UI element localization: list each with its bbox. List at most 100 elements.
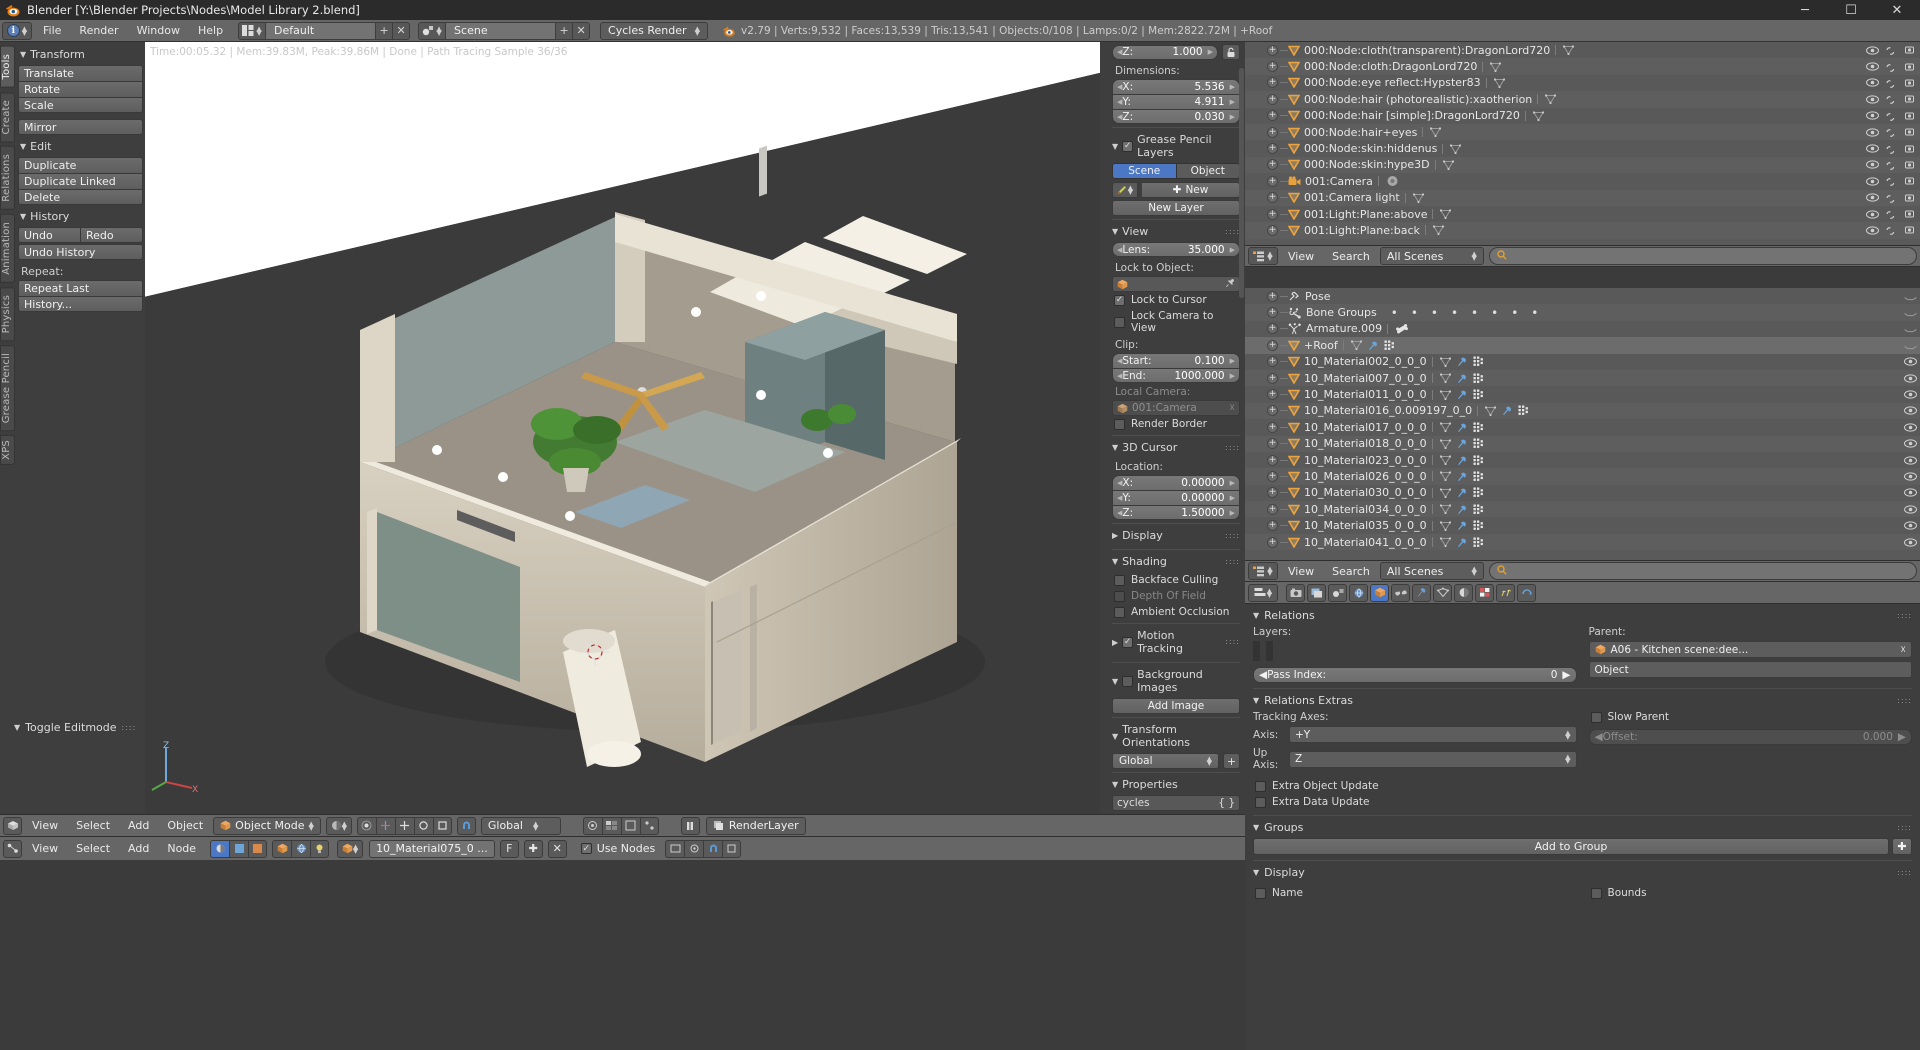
pass-index-field[interactable]: ◀ Pass Index: 0 ▶ <box>1253 667 1577 683</box>
cursor-section-header[interactable]: ▼ 3D Cursor :::: <box>1112 435 1240 458</box>
eye-icon[interactable] <box>1904 455 1917 465</box>
motion-tracking-checkbox[interactable]: ✓ <box>1122 636 1134 648</box>
motion-tracking-section-header[interactable]: ▶ ✓ Motion Tracking :::: <box>1112 623 1240 659</box>
modifier-data-icon[interactable] <box>1473 520 1485 531</box>
display-name-row[interactable]: Name <box>1253 885 1577 901</box>
lock-to-object-field[interactable] <box>1112 276 1240 292</box>
menu-help[interactable]: Help <box>189 20 232 42</box>
duplicate-linked-button[interactable]: Duplicate Linked <box>18 173 143 189</box>
viewport-menu-add[interactable]: Add <box>120 815 157 837</box>
gp-mode-object[interactable]: Object <box>1176 163 1240 179</box>
render-pause-button[interactable] <box>680 816 700 835</box>
outliner-search-field-2[interactable] <box>1488 562 1917 580</box>
modifier-wrench-icon[interactable] <box>1456 389 1468 400</box>
eye-icon[interactable] <box>1866 226 1879 235</box>
outliner-menu-search-2[interactable]: Search <box>1324 565 1378 578</box>
modifier-data-icon[interactable] <box>1473 422 1485 433</box>
render-visibility-icon[interactable] <box>1905 176 1917 186</box>
outliner-bottom[interactable]: + Pose + Bone Groups •••••••• + Armature.009 + +… <box>1245 288 1920 560</box>
eye-icon[interactable] <box>1904 472 1917 481</box>
close-button[interactable]: ✕ <box>1874 0 1920 20</box>
cursor-select-icon[interactable] <box>1886 225 1898 236</box>
cursor-select-icon[interactable] <box>1886 62 1898 72</box>
cursor-select-icon[interactable] <box>1886 176 1898 187</box>
history-dialog-button[interactable]: History... <box>18 296 143 312</box>
expand-icon[interactable]: + <box>1267 126 1278 138</box>
proportional-edit-button[interactable] <box>582 816 602 835</box>
compositing-nodes-button[interactable] <box>229 839 249 858</box>
expand-icon[interactable]: + <box>1267 356 1278 368</box>
tool-tab-animation[interactable]: Animation <box>0 213 15 283</box>
modifier-data-icon[interactable] <box>1473 471 1485 482</box>
tab-data[interactable] <box>1433 583 1452 602</box>
layer-cell[interactable] <box>1271 651 1272 660</box>
expand-icon[interactable]: + <box>1267 93 1278 105</box>
clip-end-field[interactable]: ◀ End: 1000.000 ▶ <box>1112 368 1240 383</box>
modifier-wrench-icon[interactable] <box>1456 520 1468 531</box>
bone-icon[interactable] <box>1395 323 1409 334</box>
eye-icon[interactable] <box>1866 144 1879 153</box>
mesh-data-icon[interactable] <box>1563 45 1575 56</box>
outliner-row[interactable]: +000:Node:hair [simple]:DragonLord720 <box>1245 107 1920 124</box>
extra-data-update-row[interactable]: Extra Data Update <box>1253 794 1912 810</box>
outliner-row[interactable]: +10_Material023_0_0_0 <box>1245 451 1920 469</box>
eyedropper-icon[interactable] <box>1225 278 1235 291</box>
expand-icon[interactable]: + <box>1267 44 1278 56</box>
scene-selector[interactable]: ▲ ▼ Scene + ✕ <box>418 21 591 40</box>
menu-render[interactable]: Render <box>70 20 127 42</box>
expand-icon[interactable]: + <box>1267 175 1278 187</box>
outliner-row[interactable]: +10_Material007_0_0_0 <box>1245 369 1920 387</box>
layer-cell[interactable] <box>1271 642 1272 651</box>
eye-icon[interactable] <box>1904 406 1917 416</box>
tab-render-layers[interactable] <box>1307 583 1326 602</box>
display-bounds-row[interactable]: Bounds <box>1589 885 1913 901</box>
eye-icon[interactable] <box>1904 374 1917 383</box>
maximize-button[interactable]: ☐ <box>1828 0 1874 20</box>
eye-icon[interactable] <box>1904 324 1917 333</box>
tab-texture[interactable] <box>1475 583 1494 602</box>
outliner-row[interactable]: +001:Camera <box>1245 173 1920 190</box>
expand-icon[interactable]: + <box>1267 438 1278 450</box>
render-engine-selector[interactable]: Cycles Render ▲ ▼ <box>600 21 709 40</box>
display-section-header-prop[interactable]: ▼ Display :::: <box>1253 861 1912 883</box>
eye-icon[interactable] <box>1904 390 1917 399</box>
outliner-display-mode-1[interactable]: All Scenes ▲ ▼ <box>1379 247 1484 265</box>
outliner-row[interactable]: +10_Material002_0_0_0 <box>1245 353 1920 370</box>
transform-orientation-selector[interactable]: Global ▲ ▼ <box>480 816 561 835</box>
snap-node-button[interactable] <box>703 839 723 858</box>
tool-tab-physics[interactable]: Physics <box>0 286 15 341</box>
eye-icon[interactable] <box>1866 46 1879 55</box>
eye-icon[interactable] <box>1904 537 1917 547</box>
axis-dropdown[interactable]: +Y ▲ ▼ <box>1289 726 1577 743</box>
layer-cell[interactable] <box>1258 642 1259 651</box>
gp-mode-scene[interactable]: Scene <box>1112 163 1177 179</box>
eye-icon[interactable] <box>1904 357 1917 366</box>
tab-render[interactable] <box>1286 583 1305 602</box>
pose-lib-button[interactable] <box>639 816 659 835</box>
lock-to-cursor-row[interactable]: ✓ Lock to Cursor <box>1112 292 1240 308</box>
render-visibility-icon[interactable] <box>1905 62 1917 72</box>
modifier-data-icon[interactable] <box>1473 487 1485 498</box>
expand-icon[interactable]: + <box>1267 192 1278 204</box>
tool-tab-create[interactable]: Create <box>0 91 15 143</box>
pivot-point-button[interactable] <box>356 816 376 835</box>
modifier-data-icon[interactable] <box>1473 455 1485 466</box>
tool-tab-xps[interactable]: XPS <box>0 435 15 466</box>
node-menu-add[interactable]: Add <box>120 838 157 860</box>
unlink-material-button[interactable]: ✕ <box>547 839 567 858</box>
local-camera-field[interactable]: 001:Camera ☓ <box>1112 400 1240 416</box>
modifier-data-icon[interactable] <box>1473 537 1485 548</box>
modifier-wrench-icon[interactable] <box>1456 373 1468 384</box>
eye-icon[interactable] <box>1866 209 1879 219</box>
local-view-button[interactable] <box>620 816 640 835</box>
outliner-row[interactable]: +10_Material017_0_0_0 <box>1245 419 1920 436</box>
outliner-row[interactable]: +10_Material018_0_0_0 <box>1245 435 1920 452</box>
mesh-data-icon[interactable] <box>1439 455 1451 466</box>
viewport-menu-object[interactable]: Object <box>159 815 211 837</box>
editor-type-selector[interactable]: i ▲ ▼ <box>2 21 32 40</box>
eye-icon[interactable] <box>1866 177 1879 186</box>
transform-section-header[interactable]: ▼ Transform <box>18 44 143 65</box>
cursor-select-icon[interactable] <box>1886 127 1898 137</box>
modifier-wrench-icon[interactable] <box>1456 438 1468 449</box>
mesh-data-icon[interactable] <box>1493 78 1505 88</box>
